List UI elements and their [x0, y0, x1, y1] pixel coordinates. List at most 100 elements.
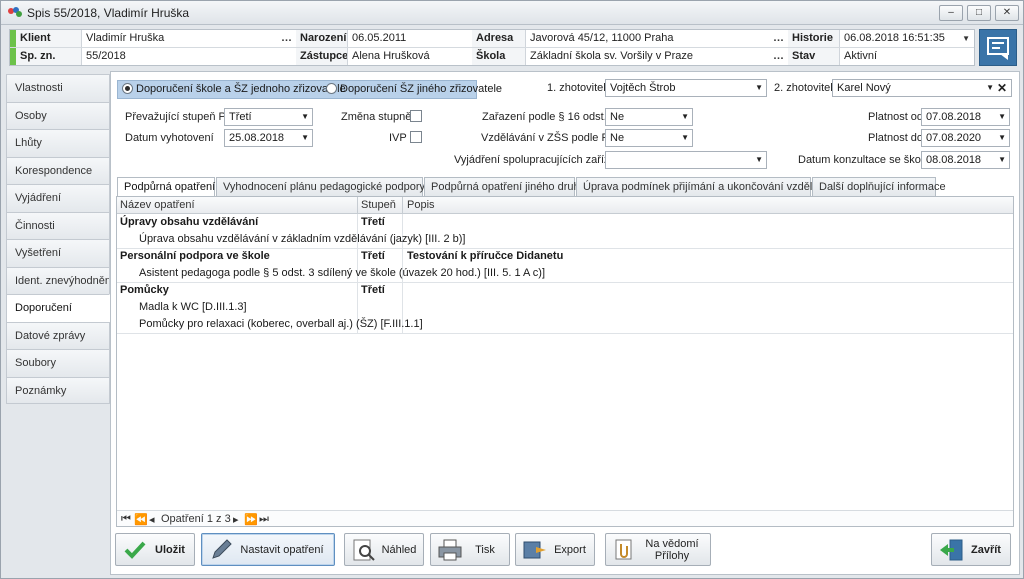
radio-checked-icon: [122, 83, 133, 94]
last-page-icon[interactable]: ⏭: [259, 513, 269, 526]
prev-page-group-icon[interactable]: ⏪: [134, 513, 148, 526]
spzn-label: Sp. zn.: [16, 48, 82, 65]
tab-opatreni-jineho-druhu[interactable]: Podpůrná opatření jiného druhu: [424, 177, 586, 197]
zhotovitel2-label: 2. zhotovitel: [774, 82, 833, 94]
table-row[interactable]: Madla k WC [D.III.1.3]: [117, 299, 1013, 316]
title-bar: Spis 55/2018, Vladimír Hruška – □ ✕: [1, 1, 1023, 25]
chevron-down-icon: ▼: [986, 83, 994, 92]
sidebar-item-vlastnosti[interactable]: Vlastnosti: [6, 74, 110, 102]
narozeni-label: Narození: [296, 30, 348, 47]
column-header-popis[interactable]: Popis: [407, 199, 435, 211]
column-header-stupen[interactable]: Stupeň: [361, 199, 396, 211]
row-name: Personální podpora ve škole: [120, 250, 270, 262]
record-counter: Opatření 1 z 3: [161, 513, 231, 525]
sidebar-item-osoby[interactable]: Osoby: [6, 101, 110, 129]
datum-vyhotoveni-field[interactable]: 25.08.2018 ▼: [224, 129, 313, 147]
datum-label: Datum vyhotovení: [125, 132, 214, 144]
sidebar-item-vyjadreni[interactable]: Vyjádření: [6, 184, 110, 212]
tab-podpurna-opatreni[interactable]: Podpůrná opatření: [117, 177, 215, 198]
document-panel-button[interactable]: [979, 29, 1017, 66]
konzultace-field[interactable]: 08.08.2018 ▼: [921, 151, 1010, 169]
stav-value: Aktivní: [844, 50, 878, 62]
skola-field[interactable]: Základní škola sv. Voršily v Praze …: [526, 48, 788, 65]
vzdelavani-select[interactable]: Ne ▼: [605, 129, 693, 147]
table-row[interactable]: Asistent pedagoga podle § 5 odst. 3 sdíl…: [117, 265, 1013, 282]
client-label: Klient: [16, 30, 82, 47]
sidebar-item-soubory[interactable]: Soubory: [6, 349, 110, 377]
sidebar-item-korespondence[interactable]: Korespondence: [6, 156, 110, 184]
column-divider: [357, 197, 358, 214]
chevron-down-icon: ▼: [301, 133, 309, 142]
next-page-group-icon[interactable]: ⏩: [244, 513, 258, 526]
historie-value: 06.08.2018 16:51:35: [844, 32, 945, 44]
document-icon: [987, 37, 1009, 60]
konzultace-value: 08.08.2018: [926, 154, 982, 166]
stupen-label: Převažující stupeň PO: [125, 111, 235, 123]
magnifier-icon: [353, 539, 375, 561]
skola-value: Základní škola sv. Voršily v Praze: [530, 50, 694, 62]
sidebar-item-poznamky[interactable]: Poznámky: [6, 376, 110, 404]
adresa-field[interactable]: Javorová 45/12, 11000 Praha…: [526, 30, 788, 47]
radio-jednoho-zrizovatele[interactable]: Doporučení škole a ŠZ jednoho zřizovatel…: [122, 83, 346, 95]
platnost-od-field[interactable]: 07.08.2018 ▼: [921, 108, 1010, 126]
print-button[interactable]: Tisk: [430, 533, 510, 566]
row-name: Madla k WC [D.III.1.3]: [139, 301, 247, 313]
sidebar-item-cinnosti[interactable]: Činnosti: [6, 211, 110, 239]
table-row[interactable]: Pomůcky pro relaxaci (koberec, overball …: [117, 316, 1013, 333]
export-button[interactable]: Export: [515, 533, 595, 566]
radio-jineho-zrizovatele[interactable]: Doporučení ŠZ jiného zřizovatele: [326, 83, 502, 95]
minimize-button[interactable]: –: [939, 5, 963, 21]
chevron-down-icon: ▼: [681, 112, 689, 121]
table-row[interactable]: Personální podpora ve škole Třetí Testov…: [117, 248, 1013, 265]
maximize-button[interactable]: □: [967, 5, 991, 21]
vyjadreni-select[interactable]: ▼: [605, 151, 767, 169]
zmena-label: Změna stupně: [341, 111, 412, 123]
sidebar-item-ident-znevyhodneni[interactable]: Ident. znevýhodnění: [6, 266, 110, 294]
attachment-icon: [615, 539, 632, 560]
historie-select[interactable]: 06.08.2018 16:51:35 ▼: [840, 30, 974, 47]
zhotovitel1-label: 1. zhotovitel: [547, 82, 606, 94]
column-header-nazev[interactable]: Název opatření: [120, 199, 195, 211]
chevron-down-icon: ▼: [755, 83, 763, 92]
zarazeni-select[interactable]: Ne ▼: [605, 108, 693, 126]
table-row[interactable]: Úprava obsahu vzdělávání v základním vzd…: [117, 231, 1013, 248]
exit-door-icon: [940, 539, 963, 561]
client-field[interactable]: Vladimír Hruška …: [82, 30, 296, 47]
clear-icon[interactable]: ✕: [997, 80, 1007, 96]
cc-attachments-button[interactable]: Na vědomí Přílohy: [605, 533, 711, 566]
adresa-more-button[interactable]: …: [773, 30, 784, 47]
client-more-button[interactable]: …: [281, 30, 292, 47]
table-header: Název opatření Stupeň Popis: [117, 197, 1013, 214]
tab-dalsi-informace[interactable]: Další doplňující informace: [812, 177, 946, 197]
client-value: Vladimír Hruška: [86, 32, 165, 44]
sidebar-item-vysetreni[interactable]: Vyšetření: [6, 239, 110, 267]
table-row[interactable]: Pomůcky Třetí: [117, 282, 1013, 299]
column-divider: [402, 197, 403, 214]
zhotovitel1-select[interactable]: Vojtěch Štrob ▼: [605, 79, 767, 97]
preview-button[interactable]: Náhled: [344, 533, 424, 566]
sidebar-item-datove-zpravy[interactable]: Datové zprávy: [6, 321, 110, 349]
close-window-button[interactable]: ✕: [995, 5, 1019, 21]
skola-more-button[interactable]: …: [773, 48, 784, 65]
sidebar-item-lhuty[interactable]: Lhůty: [6, 129, 110, 157]
tab-uprava-podminek[interactable]: Úprava podmínek přijímání a ukončování v…: [576, 177, 839, 197]
first-page-icon[interactable]: ⏮: [121, 513, 131, 526]
platnost-do-field[interactable]: 07.08.2020 ▼: [921, 129, 1010, 147]
stupen-select[interactable]: Třetí ▼: [224, 108, 313, 126]
sidebar-item-doporuceni[interactable]: Doporučení: [6, 294, 110, 322]
radio1-label: Doporučení škole a ŠZ jednoho zřizovatel…: [136, 83, 346, 95]
prev-record-icon[interactable]: ◂: [149, 513, 155, 526]
chevron-down-icon: ▼: [301, 112, 309, 121]
close-button[interactable]: Zavřít: [931, 533, 1011, 566]
zmena-stupne-checkbox[interactable]: [410, 110, 422, 122]
table-row[interactable]: Úpravy obsahu vzdělávání Třetí: [117, 214, 1013, 231]
checkmark-icon: [124, 541, 146, 559]
next-record-icon[interactable]: ▸: [233, 513, 239, 526]
ivp-checkbox[interactable]: [410, 131, 422, 143]
zhotovitel2-select[interactable]: Karel Nový ▼ ✕: [832, 79, 1012, 97]
save-button[interactable]: Uložit: [115, 533, 195, 566]
set-measures-button[interactable]: Nastavit opatření: [201, 533, 335, 566]
tab-vyhodnoceni-planu[interactable]: Vyhodnocení plánu pedagogické podpory/IV…: [216, 177, 446, 197]
print-label: Tisk: [475, 543, 495, 556]
pencil-icon: [212, 539, 232, 559]
